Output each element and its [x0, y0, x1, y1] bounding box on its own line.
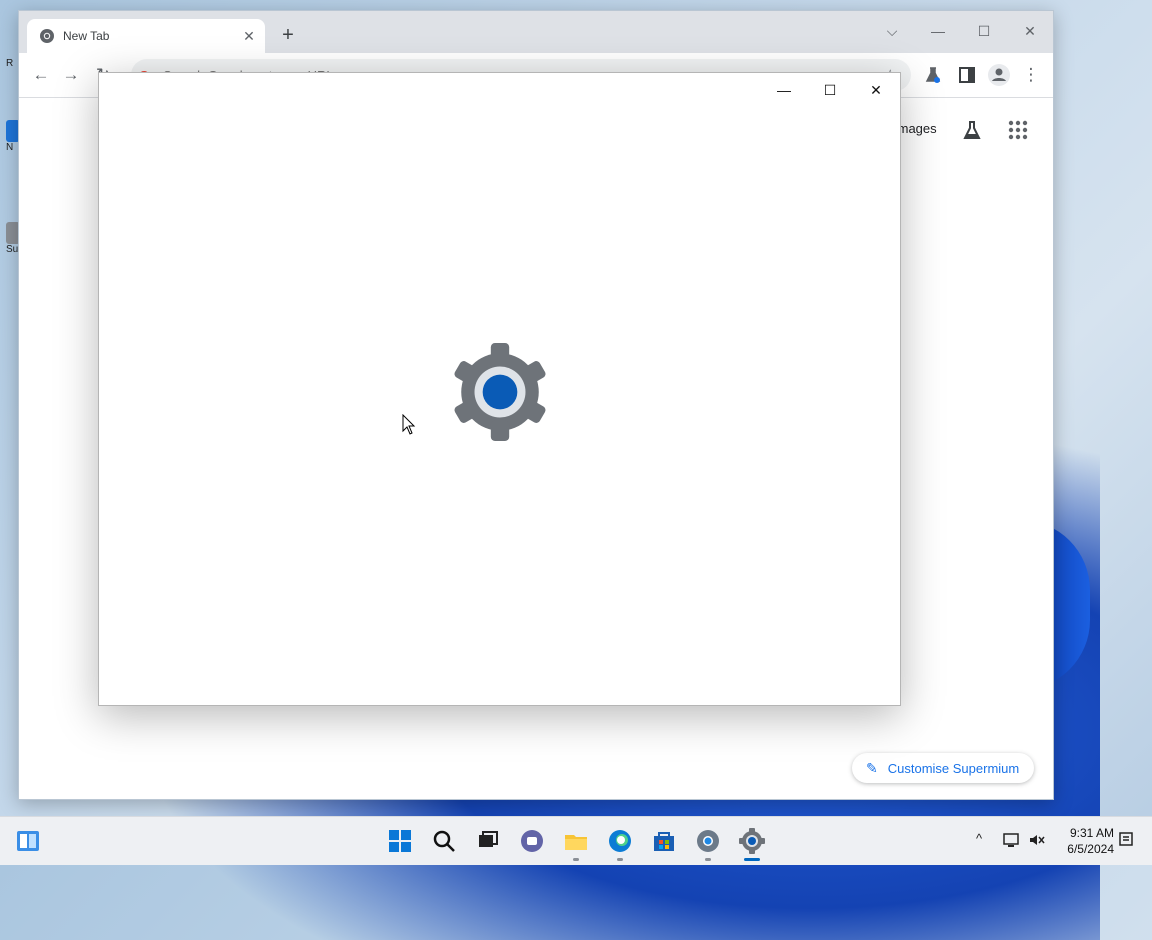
- edge-browser-icon[interactable]: [606, 827, 634, 855]
- running-indicator: [705, 858, 711, 861]
- file-explorer-icon[interactable]: [562, 827, 590, 855]
- teams-chat-icon[interactable]: [518, 827, 546, 855]
- settings-close-button[interactable]: ✕: [853, 79, 899, 101]
- notification-icon[interactable]: [1118, 831, 1134, 849]
- active-indicator: [744, 858, 760, 861]
- pencil-icon: ✎: [866, 759, 878, 776]
- settings-gear-icon: [454, 343, 546, 441]
- network-icon[interactable]: [1002, 831, 1020, 849]
- mouse-cursor-icon: [402, 414, 416, 435]
- clock-time: 9:31 AM: [1069, 826, 1114, 840]
- supermium-browser-icon[interactable]: [694, 827, 722, 855]
- forward-button[interactable]: →: [59, 63, 83, 87]
- volume-muted-icon[interactable]: [1028, 831, 1046, 849]
- taskbar: ^ 9:31 AM 6/5/2024: [0, 816, 1152, 865]
- running-indicator: [617, 858, 623, 861]
- new-tab-button[interactable]: +: [277, 25, 299, 47]
- tab-strip: New Tab ✕ + ⌵ — ☐ ✕: [19, 11, 1053, 53]
- back-button[interactable]: ←: [29, 63, 53, 87]
- microsoft-store-icon[interactable]: [650, 827, 678, 855]
- tab-close-icon[interactable]: ✕: [239, 28, 259, 45]
- menu-kebab-icon[interactable]: ⋮: [1019, 63, 1043, 87]
- settings-window: — ☐ ✕: [98, 72, 901, 706]
- taskbar-clock[interactable]: 9:31 AM 6/5/2024: [1058, 825, 1114, 857]
- tray-overflow-chevron-icon[interactable]: ^: [976, 831, 982, 846]
- window-close-button[interactable]: ✕: [1007, 17, 1053, 45]
- task-view-icon[interactable]: [474, 827, 502, 855]
- running-indicator: [573, 858, 579, 861]
- start-windows-icon[interactable]: [386, 827, 414, 855]
- tab-new-tab[interactable]: New Tab ✕: [27, 19, 265, 53]
- widgets-icon[interactable]: [14, 827, 42, 855]
- google-apps-icon[interactable]: [1007, 119, 1029, 141]
- side-panel-icon[interactable]: [957, 65, 977, 85]
- profile-avatar-icon[interactable]: [987, 63, 1011, 87]
- search-icon[interactable]: [430, 827, 458, 855]
- customise-label: Customise Supermium: [887, 760, 1020, 776]
- window-maximize-button[interactable]: ☐: [961, 17, 1007, 45]
- chrome-icon: [40, 29, 54, 43]
- settings-maximize-button[interactable]: ☐: [807, 79, 853, 101]
- labs-flask-icon[interactable]: [961, 119, 983, 141]
- settings-minimize-button[interactable]: —: [761, 79, 807, 101]
- tab-title: New Tab: [63, 29, 110, 43]
- customise-button[interactable]: ✎ Customise Supermium: [852, 753, 1034, 783]
- window-minimize-button[interactable]: —: [915, 17, 961, 45]
- tab-search-button[interactable]: ⌵: [869, 17, 915, 45]
- settings-app-icon[interactable]: [738, 827, 766, 855]
- flask-extension-icon[interactable]: [923, 65, 943, 85]
- clock-date: 6/5/2024: [1067, 842, 1114, 856]
